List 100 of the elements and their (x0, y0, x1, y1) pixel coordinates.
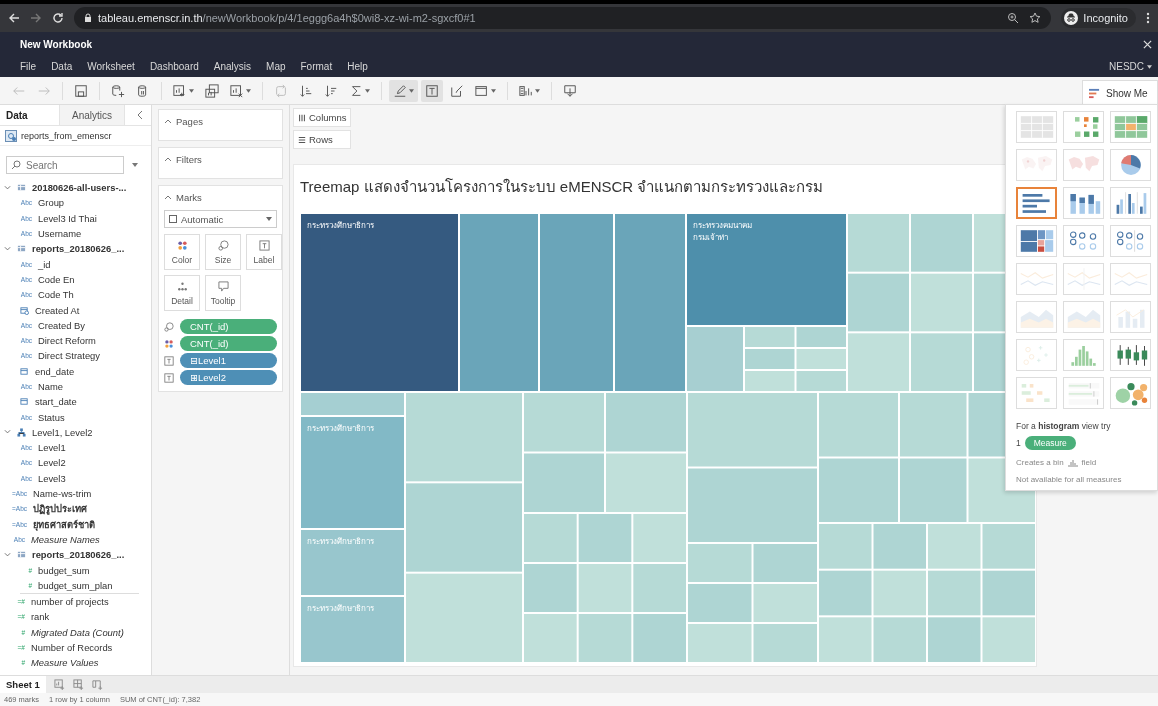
treemap-cell[interactable] (796, 327, 846, 347)
treemap-cell[interactable] (524, 564, 577, 612)
field-item[interactable]: Level2 (38, 457, 66, 469)
chart-type-button[interactable] (1016, 187, 1057, 219)
treemap-cell[interactable] (578, 614, 632, 662)
highlight-button[interactable] (389, 79, 418, 102)
treemap-cell[interactable] (524, 614, 577, 662)
field-group[interactable]: 20180626-all-users-... (32, 182, 127, 194)
treemap-cell[interactable] (301, 393, 404, 415)
treemap-cell[interactable] (848, 214, 909, 272)
close-icon[interactable] (1143, 39, 1152, 49)
treemap-cell[interactable] (688, 468, 817, 542)
columns-shelf[interactable]: Columns (293, 108, 1158, 127)
menu-item[interactable]: Dashboard (149, 61, 199, 72)
treemap-cell[interactable] (982, 570, 1035, 616)
pane-tab[interactable]: Analytics (60, 105, 125, 125)
treemap-cell[interactable] (745, 327, 795, 347)
field-item[interactable]: Measure Names (31, 533, 100, 545)
treemap-cell[interactable] (688, 624, 752, 662)
chevron-icon[interactable] (164, 194, 172, 200)
treemap-cell[interactable] (928, 570, 981, 616)
treemap-cell[interactable] (524, 514, 577, 562)
chevron-icon[interactable] (4, 184, 11, 191)
menu-item[interactable]: File (20, 61, 37, 72)
data-source-name[interactable]: reports_from_emenscr (21, 130, 112, 141)
field-item[interactable]: Code En (38, 273, 75, 285)
field-item[interactable]: Name-ws-trim (33, 488, 92, 500)
treemap-cell[interactable] (873, 524, 926, 569)
field-item[interactable]: number of projects (31, 596, 109, 608)
treemap-cell[interactable] (796, 349, 846, 369)
size-button[interactable]: Size (205, 234, 241, 270)
treemap-cell[interactable] (911, 273, 972, 332)
menu-item[interactable]: Help (347, 61, 368, 72)
caret-icon[interactable] (1147, 64, 1152, 69)
treemap-cell[interactable] (753, 624, 817, 662)
field-item[interactable]: Code Th (38, 289, 74, 301)
field-item[interactable]: start_date (35, 396, 77, 408)
treemap-cell[interactable] (796, 371, 846, 391)
field-item[interactable]: Measure Values (31, 657, 99, 669)
treemap-cell[interactable] (900, 458, 967, 522)
field-group[interactable]: reports_20180626_... (32, 549, 125, 561)
treemap-cell[interactable] (982, 617, 1035, 662)
new-dashboard-icon[interactable] (72, 679, 84, 690)
new-story-icon[interactable] (91, 679, 103, 690)
chevron-icon[interactable] (4, 551, 11, 558)
treemap-cell[interactable] (688, 584, 752, 622)
treemap-cell[interactable] (873, 570, 926, 616)
treemap-cell[interactable] (819, 458, 898, 522)
field-item[interactable]: ยุทธศาสตร์ชาติ (33, 516, 95, 532)
chevron-icon[interactable] (164, 118, 172, 124)
field-item[interactable]: Level1 (38, 442, 66, 454)
treemap-cell[interactable] (578, 514, 632, 562)
treemap-cell[interactable] (819, 393, 898, 457)
search-field[interactable]: Search (6, 156, 124, 174)
treemap-cell[interactable] (688, 544, 752, 582)
sheet-tab[interactable]: Sheet 1 (0, 676, 46, 693)
treemap-cell[interactable] (848, 333, 909, 391)
field-item[interactable]: Direct Reform (38, 335, 96, 347)
field-item[interactable]: Level3 Id Thai (38, 212, 97, 224)
field-item[interactable]: rank (31, 611, 50, 623)
treemap-cell[interactable] (753, 544, 817, 582)
profile-chip[interactable]: Incognito (1061, 8, 1136, 28)
field-item[interactable]: Migrated Data (Count) (31, 626, 124, 638)
treemap-cell[interactable] (911, 214, 972, 272)
treemap-cell[interactable] (928, 524, 981, 569)
field-item[interactable]: Direct Strategy (38, 350, 100, 362)
treemap-cell[interactable] (578, 564, 632, 612)
treemap-cell[interactable] (982, 524, 1035, 569)
show-me-tab[interactable]: Show Me (1082, 80, 1158, 105)
zoom-icon[interactable] (1007, 12, 1020, 24)
color-button[interactable]: Color (164, 234, 200, 270)
field-pill[interactable]: ⊟Level1 (180, 353, 277, 368)
field-item[interactable]: Number of Records (31, 642, 113, 654)
treemap-cell[interactable] (848, 273, 909, 332)
rows-shelf[interactable]: Rows (293, 130, 1158, 149)
treemap-cell[interactable] (911, 333, 972, 391)
menu-item[interactable]: Map (266, 61, 286, 72)
treemap-cell[interactable] (301, 417, 404, 528)
treemap-cell[interactable] (819, 617, 872, 662)
field-item[interactable]: Status (38, 411, 65, 423)
treemap-cell[interactable] (633, 564, 686, 612)
field-item[interactable]: Created By (38, 319, 85, 331)
treemap-cell[interactable] (606, 393, 686, 452)
field-item[interactable]: Level3 (38, 472, 66, 484)
treemap-cell[interactable] (540, 214, 613, 391)
field-item[interactable]: end_date (35, 365, 75, 377)
arrow-right-icon[interactable] (30, 12, 42, 24)
field-item[interactable]: budget_sum_plan (38, 579, 113, 591)
menu-item[interactable]: Analysis (213, 61, 252, 72)
tooltip-button[interactable]: Tooltip (205, 275, 241, 311)
chevron-icon[interactable] (4, 429, 11, 436)
field-item[interactable]: Name (38, 381, 63, 392)
treemap-cell[interactable] (615, 214, 685, 391)
treemap-cell[interactable] (301, 597, 404, 662)
collapse-icon[interactable] (137, 110, 143, 120)
treemap-cell[interactable] (406, 483, 522, 572)
treemap-cell[interactable] (687, 214, 846, 325)
field-item[interactable]: Created At (35, 304, 80, 316)
treemap-cell[interactable] (406, 393, 522, 482)
treemap-cell[interactable] (524, 393, 604, 452)
